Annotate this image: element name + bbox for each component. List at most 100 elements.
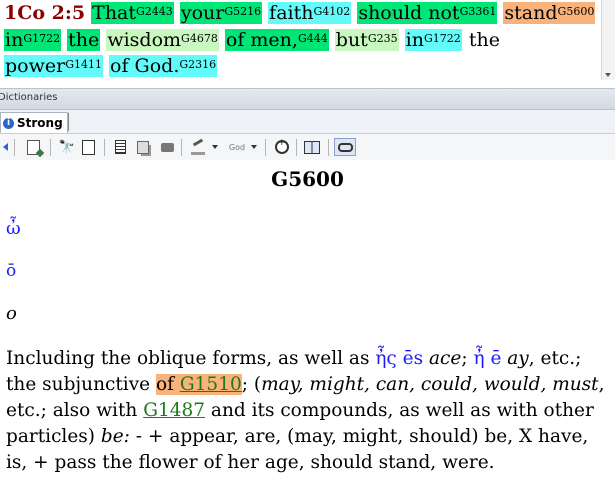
tab-strong-label: Strong [17, 116, 63, 130]
chevron-down-icon [251, 145, 257, 149]
dictionaries-pane-header: Dictionaries [0, 88, 615, 110]
edit-button[interactable] [24, 139, 42, 155]
strong-number[interactable]: G1722 [23, 32, 60, 45]
definition-text: ; ( [241, 374, 262, 395]
copy-icon [137, 140, 149, 154]
document-icon [114, 140, 126, 154]
verse-word[interactable]: should notG3361 [357, 2, 498, 24]
tab-separator [68, 113, 69, 131]
god-style-dropdown[interactable] [250, 139, 258, 155]
strong-number[interactable]: G2316 [179, 58, 216, 71]
open-book-button[interactable] [302, 139, 322, 155]
document-button[interactable] [113, 139, 127, 155]
verse-text: 1Co 2:5 ThatG2443 yourG5216 faithG4102 s… [4, 0, 604, 80]
verse-word[interactable]: butG235 [334, 28, 399, 51]
god-style-button[interactable]: God [226, 139, 248, 155]
highlighter-icon [191, 140, 205, 155]
strong-number[interactable]: G4678 [181, 32, 218, 45]
dictionary-entry: G5600 ὦ ō o Including the oblique forms,… [0, 160, 615, 491]
verse-word[interactable]: of men,G444 [224, 28, 329, 51]
strong-number[interactable]: G3361 [460, 5, 497, 18]
strong-number[interactable]: G444 [298, 32, 328, 45]
toolbar-separator [328, 139, 329, 156]
strong-number[interactable]: G1722 [424, 32, 461, 45]
toolbar-separator [181, 139, 182, 156]
strong-link-g1510[interactable]: G1510 [180, 374, 242, 395]
strong-number[interactable]: G5216 [224, 5, 261, 18]
entry-title: G5600 [271, 167, 344, 191]
book-icon [304, 140, 320, 154]
verse-word-text: wisdom [107, 28, 182, 51]
strong-number[interactable]: G235 [368, 32, 398, 45]
link-sync-toggle[interactable] [334, 138, 356, 156]
verse-word[interactable]: powerG1411 [4, 55, 103, 77]
highlight-button[interactable] [187, 139, 209, 155]
verse-word[interactable]: the [67, 28, 101, 51]
greek-form-transliteration: ēs [396, 348, 429, 369]
entry-definition: Including the oblique forms, as well as … [6, 346, 610, 476]
strong-link-g1487[interactable]: G1487 [143, 400, 205, 421]
verse-word[interactable]: wisdomG4678 [106, 28, 219, 51]
zoom-button[interactable] [272, 138, 292, 155]
dictionary-toolbar: 🔭 God [0, 134, 615, 161]
pronunciation-hint: ace [429, 348, 462, 369]
link-icon [337, 142, 353, 152]
scroll-down-icon[interactable] [605, 73, 611, 77]
definition-text: Including the oblique forms, as well as [6, 348, 376, 369]
highlight-dropdown[interactable] [211, 139, 219, 155]
verse-word[interactable]: faithG4102 [268, 2, 352, 24]
verse-word-text: of men, [225, 28, 298, 51]
verse-word-text: but [335, 28, 368, 51]
strong-number[interactable]: G2443 [136, 5, 173, 18]
verse-word-text: stand [504, 2, 558, 24]
verse-word-text: of God. [110, 55, 180, 77]
verse-word[interactable]: inG1722 [404, 28, 462, 51]
highlighted-reference: of G1510 [156, 374, 242, 395]
verse-pane[interactable]: 1Co 2:5 ThatG2443 yourG5216 faithG4102 s… [0, 0, 615, 80]
verse-word-text: in [405, 28, 424, 51]
greek-word: ὦ [6, 218, 21, 239]
chevron-down-icon [212, 145, 218, 149]
verse-word-text: your [180, 2, 225, 24]
search-button[interactable]: 🔭 [58, 139, 76, 155]
search-in-entry-button[interactable] [80, 139, 96, 155]
definition-italic: be: [100, 426, 130, 447]
copy-button[interactable] [135, 139, 151, 155]
strong-number[interactable]: G1411 [65, 58, 102, 71]
strong-number[interactable]: G4102 [313, 5, 350, 18]
toolbar-separator [14, 139, 15, 156]
definition-text: of [156, 374, 180, 395]
pronunciation-hint: ay [507, 348, 529, 369]
transliteration: ō [6, 261, 17, 281]
greek-form: ἦς [375, 348, 397, 369]
toolbar-separator [265, 139, 266, 156]
definition-italic: may, might, can, could, would, must [261, 374, 599, 395]
dictionaries-label: Dictionaries [0, 92, 58, 103]
dictionary-tab-bar: i Strong [0, 110, 615, 134]
verse-reference[interactable]: 1Co 2:5 [4, 2, 85, 24]
verse-word-text: the [68, 28, 100, 51]
verse-word[interactable]: of God.G2316 [109, 55, 218, 77]
edit-icon [26, 139, 40, 155]
verse-word[interactable]: standG5600 [503, 2, 596, 24]
strong-number[interactable]: G5600 [558, 5, 595, 18]
back-arrow-icon [2, 143, 8, 151]
verse-word[interactable]: the [468, 29, 501, 51]
verse-word-text: power [5, 55, 66, 77]
info-icon: i [3, 117, 14, 129]
tab-strong[interactable]: i Strong [0, 112, 68, 133]
greek-form: ἦ [473, 348, 485, 369]
verse-scrollbar[interactable] [601, 0, 615, 80]
print-icon [160, 142, 174, 152]
search-document-icon [81, 139, 95, 155]
greek-form-transliteration: ē [484, 348, 508, 369]
verse-word-text: That [92, 2, 137, 24]
back-button[interactable] [2, 139, 8, 155]
binoculars-icon: 🔭 [58, 139, 76, 155]
verse-word[interactable]: ThatG2443 [91, 2, 174, 24]
toolbar-separator [296, 139, 297, 156]
print-button[interactable] [158, 139, 176, 155]
verse-word[interactable]: inG1722 [4, 28, 62, 51]
definition-text: ; [461, 348, 474, 369]
verse-word[interactable]: yourG5216 [179, 2, 263, 24]
